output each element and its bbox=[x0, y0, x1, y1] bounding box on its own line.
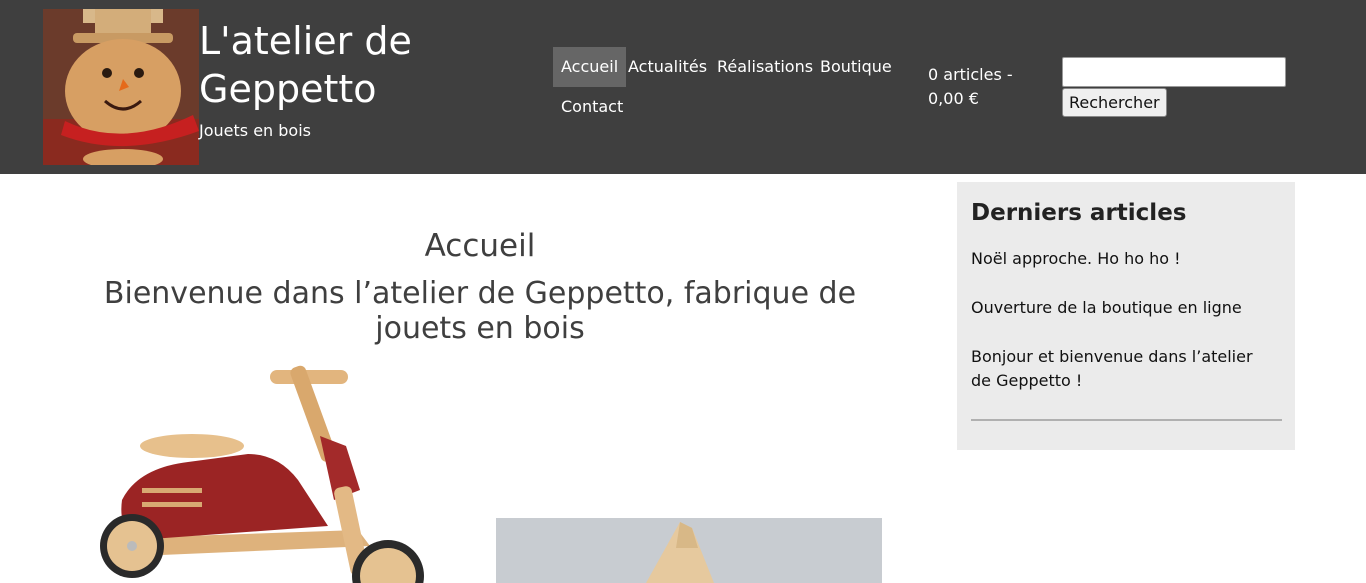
cart-summary[interactable]: 0 articles - 0,00 € bbox=[928, 63, 1038, 111]
post-link[interactable]: Ouverture de la boutique en ligne bbox=[971, 298, 1242, 317]
wooden-toy-image[interactable] bbox=[496, 518, 882, 583]
wooden-scooter-image[interactable] bbox=[98, 350, 443, 583]
page-subtitle: Bienvenue dans l’atelier de Geppetto, fa… bbox=[103, 276, 857, 346]
post-link[interactable]: Noël approche. Ho ho ho ! bbox=[971, 249, 1181, 268]
search-input[interactable] bbox=[1062, 57, 1286, 87]
nav-item-contact[interactable]: Contact bbox=[553, 87, 631, 127]
site-logo[interactable] bbox=[43, 9, 199, 165]
sidebar-divider bbox=[971, 419, 1282, 421]
list-item: Ouverture de la boutique en ligne bbox=[971, 296, 1271, 320]
list-item: Noël approche. Ho ho ho ! bbox=[971, 247, 1271, 271]
site-title[interactable]: L'atelier de Geppetto bbox=[199, 17, 499, 113]
search-button[interactable]: Rechercher bbox=[1062, 88, 1167, 117]
site-header: L'atelier de Geppetto Jouets en bois Acc… bbox=[0, 0, 1366, 174]
wooden-snowman-icon bbox=[43, 9, 199, 165]
sidebar-heading: Derniers articles bbox=[971, 200, 1187, 226]
site-tagline: Jouets en bois bbox=[199, 121, 311, 140]
sidebar-latest-posts: Derniers articles Noël approche. Ho ho h… bbox=[957, 182, 1295, 450]
list-item: Bonjour et bienvenue dans l’atelier de G… bbox=[971, 345, 1271, 393]
nav-item-accueil[interactable]: Accueil bbox=[553, 47, 627, 87]
nav-item-boutique[interactable]: Boutique bbox=[812, 47, 900, 87]
post-link[interactable]: Bonjour et bienvenue dans l’atelier de G… bbox=[971, 347, 1253, 390]
nav-item-actualites[interactable]: Actualités bbox=[620, 47, 715, 87]
page-title: Accueil bbox=[424, 228, 536, 264]
nav-item-realisations[interactable]: Réalisations bbox=[709, 47, 821, 87]
